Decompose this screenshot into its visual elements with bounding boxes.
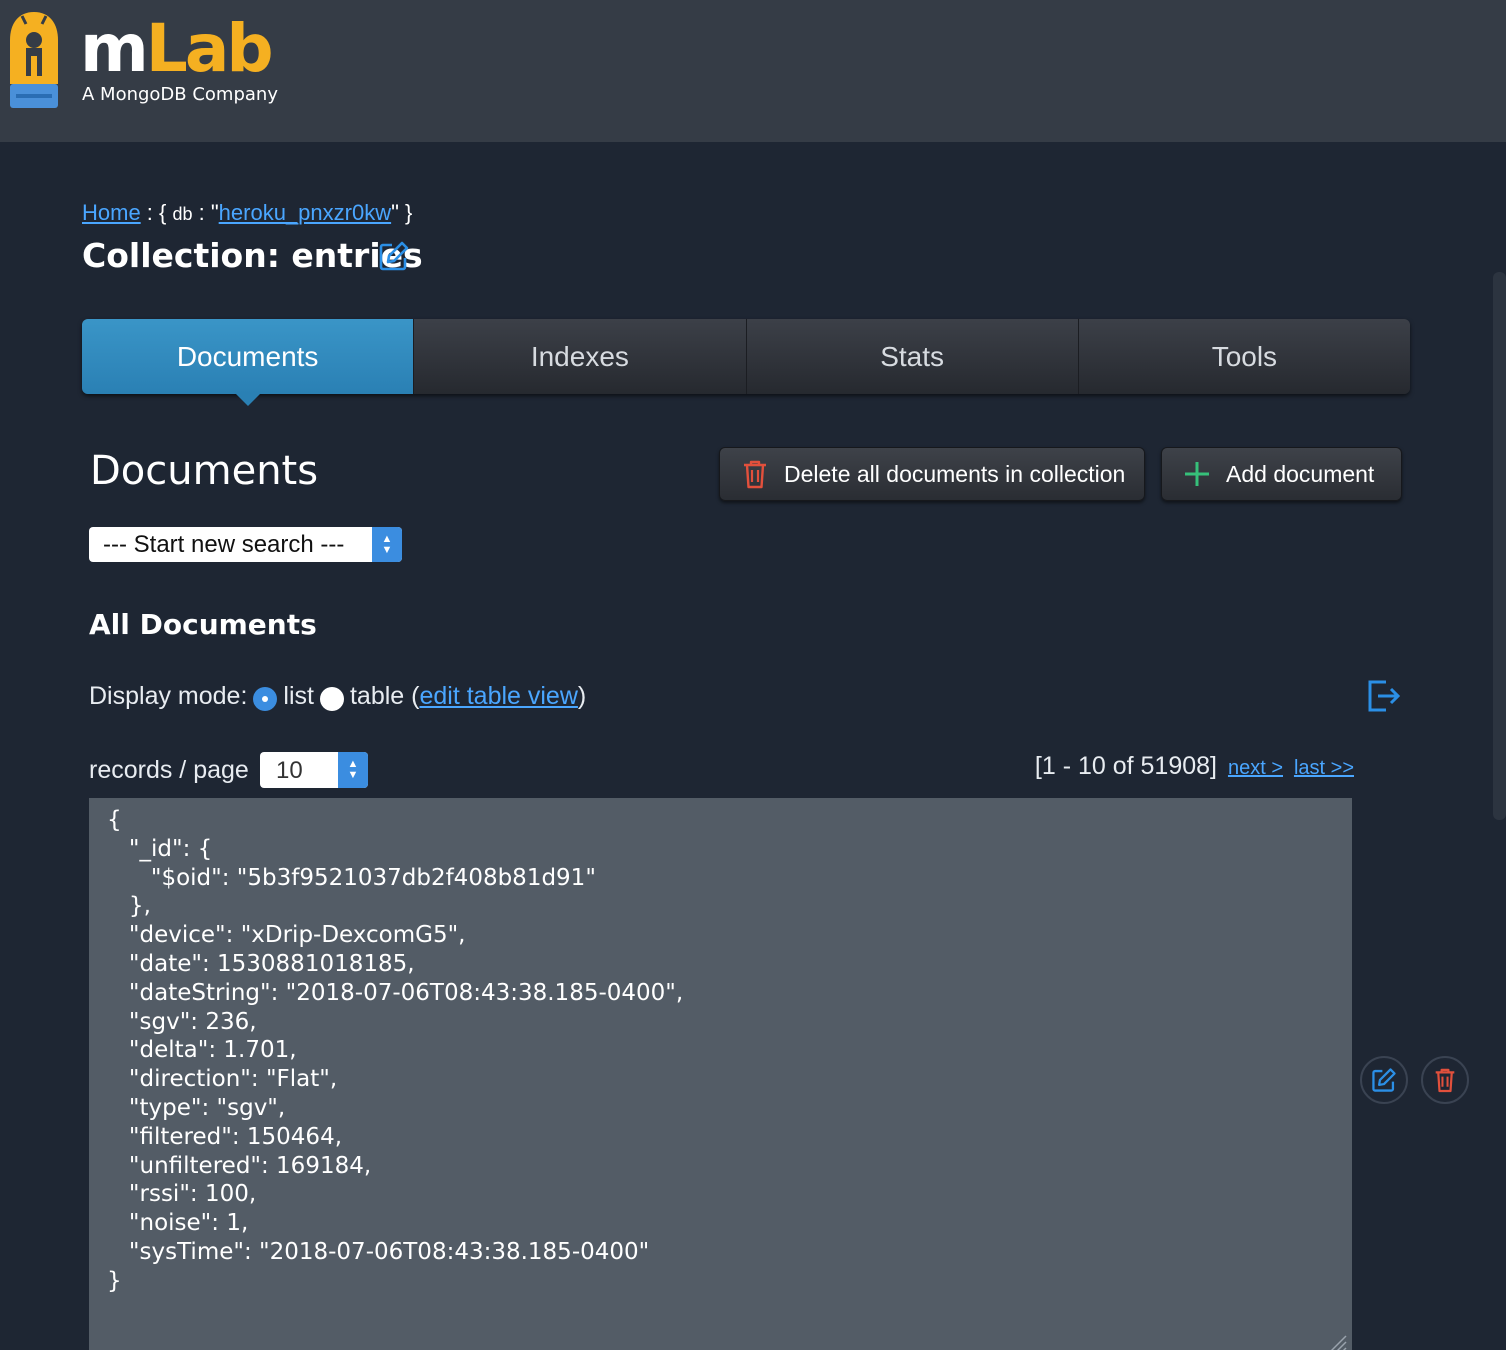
mlab-wordmark: mLab (80, 14, 274, 84)
document-line: "_id": { (107, 835, 213, 862)
page-scrollbar[interactable] (1493, 272, 1506, 820)
delete-all-documents-button[interactable]: Delete all documents in collection (719, 447, 1145, 501)
tab-tools[interactable]: Tools (1077, 319, 1410, 394)
paren-close: ) (577, 682, 587, 710)
search-select[interactable]: --- Start new search --- ▲ ▼ (89, 527, 402, 562)
document-line: "dateString": "2018-07-06T08:43:38.185-0… (107, 979, 684, 1006)
breadcrumb-sep: " } (391, 200, 413, 225)
pager-last-link[interactable]: last >> (1294, 757, 1354, 779)
add-document-label: Add document (1226, 460, 1375, 487)
document-line: } (107, 1267, 122, 1294)
delete-document-button[interactable] (1421, 1056, 1469, 1104)
records-per-page-select[interactable]: 10 ▲ ▼ (260, 752, 368, 788)
document-line: "type": "sgv", (107, 1094, 286, 1121)
paren-open: ( (404, 682, 420, 710)
logo-m: m (80, 10, 149, 87)
display-mode-table-label[interactable]: table (350, 682, 404, 711)
display-mode-table-radio[interactable] (319, 686, 344, 711)
plus-icon (1185, 462, 1209, 486)
breadcrumb-sep: : { (140, 200, 173, 225)
display-mode-list-radio[interactable] (253, 686, 278, 711)
pager-range: [1 - 10 of 51908] (1034, 752, 1217, 780)
all-documents-heading: All Documents (89, 608, 317, 641)
export-icon[interactable] (1366, 678, 1402, 714)
delete-all-label: Delete all documents in collection (784, 460, 1126, 487)
document-viewer[interactable]: { "_id": { "$oid": "5b3f9521037db2f408b8… (89, 798, 1352, 1350)
documents-heading: Documents (90, 448, 319, 494)
document-line: "direction": "Flat", (107, 1066, 338, 1093)
edit-collection-icon[interactable] (378, 240, 410, 272)
mlab-logo-icon[interactable] (6, 10, 62, 110)
trash-icon (1435, 1068, 1455, 1093)
select-stepper-icon: ▲ ▼ (372, 527, 402, 562)
breadcrumb: Home : { db : "heroku_pnxzr0kw" } (82, 200, 412, 226)
add-document-button[interactable]: Add document (1161, 447, 1402, 501)
display-mode: Display mode: list table (edit table vie… (89, 682, 586, 711)
records-per-page-label: records / page (89, 756, 249, 784)
collection-tabs: Documents Indexes Stats Tools (82, 319, 1410, 406)
document-line: }, (107, 893, 151, 920)
document-line: "device": "xDrip-DexcomG5", (107, 922, 466, 949)
document-line: { (107, 807, 122, 833)
logo-tagline: A MongoDB Company (82, 84, 278, 105)
breadcrumb-db-key: db (172, 204, 193, 224)
search-select-value: --- Start new search --- (103, 531, 345, 558)
tab-documents[interactable]: Documents (82, 319, 414, 406)
page-title: Collection: entries (82, 236, 423, 275)
top-header: mLab A MongoDB Company (0, 0, 1506, 142)
pagination: [1 - 10 of 51908] next > last >> (1035, 752, 1354, 781)
document-line: "$oid": "5b3f9521037db2f408b81d91" (107, 864, 596, 891)
edit-document-button[interactable] (1360, 1056, 1408, 1104)
select-stepper-icon: ▲ ▼ (338, 752, 368, 788)
pager-next-link[interactable]: next > (1228, 757, 1283, 779)
records-per-page-value: 10 (276, 757, 303, 784)
breadcrumb-db-link[interactable]: heroku_pnxzr0kw (219, 200, 391, 225)
tab-stats[interactable]: Stats (745, 319, 1078, 394)
document-line: "noise": 1, (107, 1210, 249, 1237)
document-line: "unfiltered": 169184, (107, 1152, 372, 1179)
resize-grip-icon[interactable] (1326, 1332, 1348, 1350)
document-line: "sgv": 236, (107, 1008, 257, 1035)
edit-table-view-link[interactable]: edit table view (419, 682, 577, 711)
document-line: "filtered": 150464, (107, 1123, 343, 1150)
document-line: "delta": 1.701, (107, 1037, 297, 1064)
pencil-square-icon (1372, 1068, 1396, 1092)
tab-indexes[interactable]: Indexes (413, 319, 745, 394)
display-mode-list-label[interactable]: list (283, 682, 314, 711)
display-mode-label: Display mode: (89, 682, 248, 710)
breadcrumb-sep: : " (192, 200, 219, 225)
logo-lab: Lab (145, 10, 274, 87)
document-line: "date": 1530881018185, (107, 950, 415, 977)
document-line: "rssi": 100, (107, 1181, 257, 1208)
breadcrumb-home-link[interactable]: Home (82, 200, 141, 225)
trash-icon (744, 460, 766, 489)
document-line: "sysTime": "2018-07-06T08:43:38.185-0400… (107, 1238, 650, 1265)
